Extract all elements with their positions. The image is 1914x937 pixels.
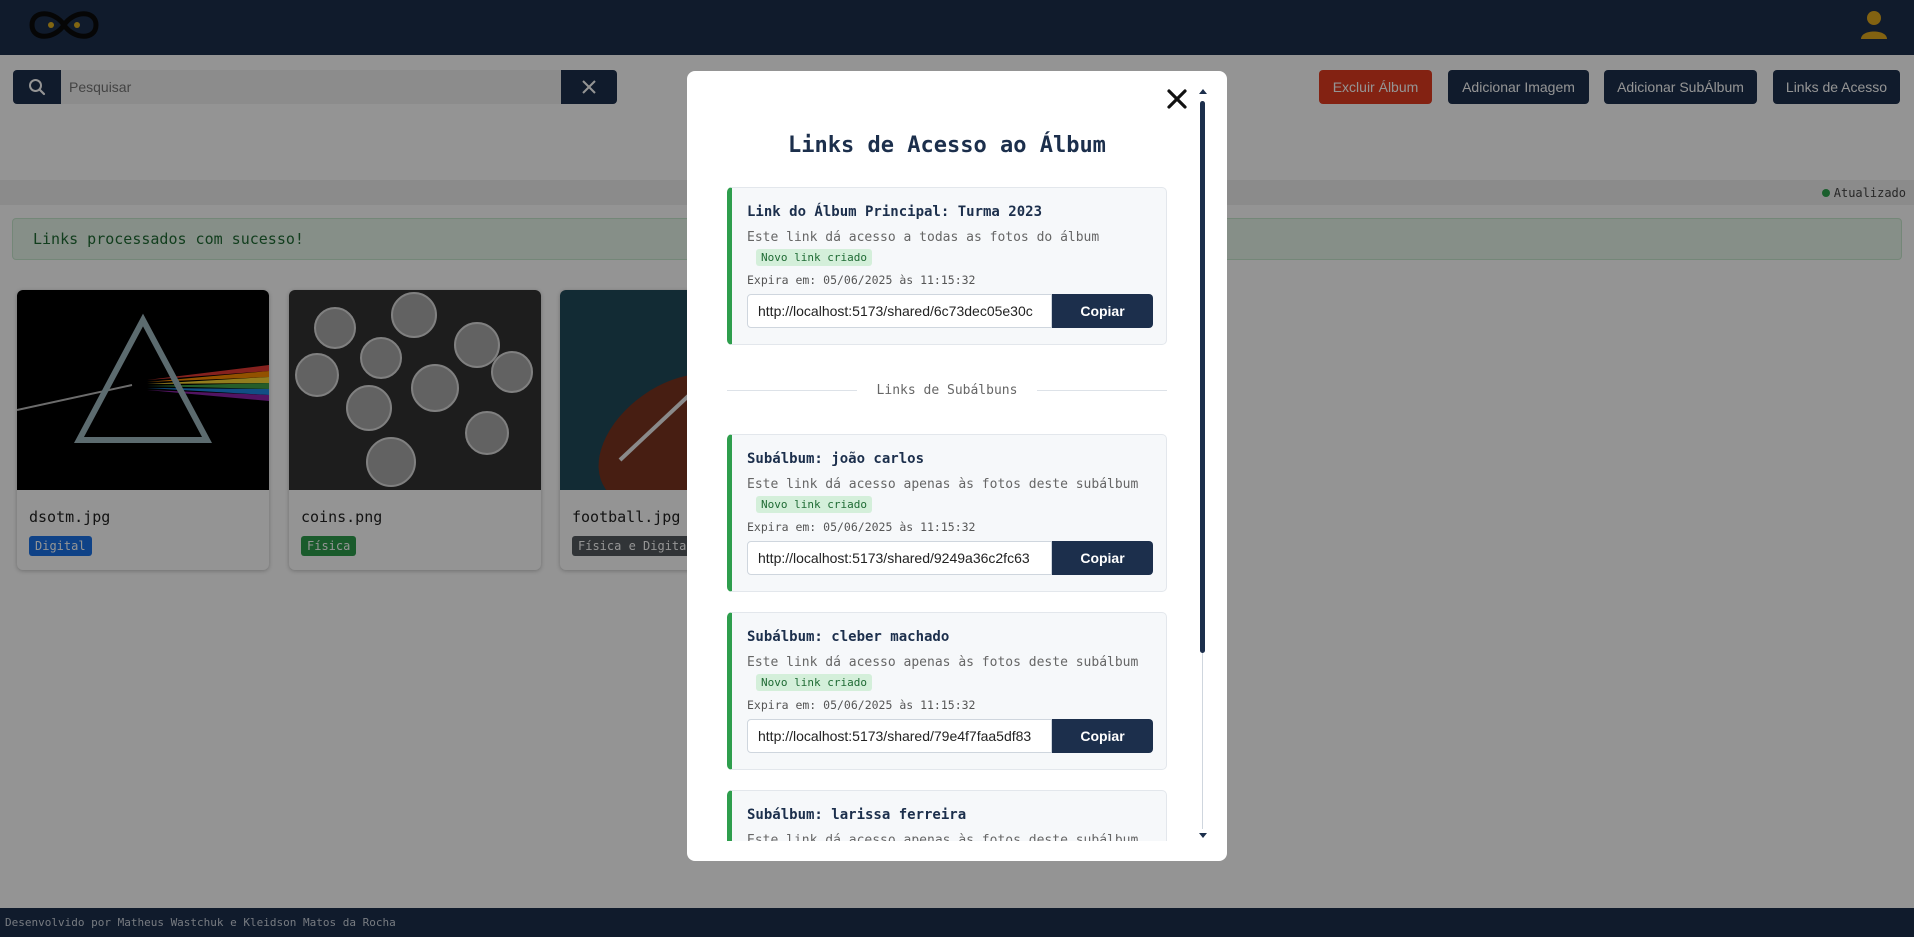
link-card-description: Este link dá acesso a todas as fotos do … xyxy=(747,230,1100,245)
subalbum-link-card: Subálbum: larissa ferreira Este link dá … xyxy=(727,790,1167,841)
link-card-description: Este link dá acesso apenas às fotos dest… xyxy=(747,833,1139,841)
link-card-title: Subálbum: joão carlos xyxy=(747,451,925,467)
subalbums-divider-label: Links de Subálbuns xyxy=(876,383,1018,398)
modal-scrollbar[interactable] xyxy=(1198,89,1208,841)
new-link-badge: Novo link criado xyxy=(756,496,872,513)
modal-title: Links de Acesso ao Álbum xyxy=(788,133,1106,158)
link-card-title: Link do Álbum Principal: Turma 2023 xyxy=(747,204,1043,220)
link-expiration: Expira em: 05/06/2025 às 11:15:32 xyxy=(747,698,976,712)
link-expiration: Expira em: 05/06/2025 às 11:15:32 xyxy=(747,520,976,534)
modal-scroll-area[interactable]: Links de Acesso ao Álbum Link do Álbum P… xyxy=(687,71,1227,841)
new-link-badge: Novo link criado xyxy=(756,674,872,691)
link-expiration: Expira em: 05/06/2025 às 11:15:32 xyxy=(747,273,976,287)
link-card-title: Subálbum: cleber machado xyxy=(747,629,950,645)
link-url-field[interactable] xyxy=(747,294,1052,328)
link-url-field[interactable] xyxy=(747,541,1052,575)
subalbums-divider: Links de Subálbuns xyxy=(727,381,1167,401)
copy-link-button[interactable]: Copiar xyxy=(1052,294,1153,328)
subalbum-link-card: Subálbum: joão carlos Este link dá acess… xyxy=(727,434,1167,592)
subalbum-link-card: Subálbum: cleber machado Este link dá ac… xyxy=(727,612,1167,770)
copy-link-button[interactable]: Copiar xyxy=(1052,541,1153,575)
link-card-description: Este link dá acesso apenas às fotos dest… xyxy=(747,477,1139,492)
scroll-up-arrow-icon[interactable] xyxy=(1199,89,1207,94)
link-card-description: Este link dá acesso apenas às fotos dest… xyxy=(747,655,1139,670)
main-album-link-card: Link do Álbum Principal: Turma 2023 Este… xyxy=(727,187,1167,345)
copy-link-button[interactable]: Copiar xyxy=(1052,719,1153,753)
link-url-field[interactable] xyxy=(747,719,1052,753)
scroll-down-arrow-icon[interactable] xyxy=(1199,833,1207,838)
link-card-title: Subálbum: larissa ferreira xyxy=(747,807,967,823)
new-link-badge: Novo link criado xyxy=(756,249,872,266)
access-links-modal: Links de Acesso ao Álbum Link do Álbum P… xyxy=(687,71,1227,861)
scrollbar-thumb[interactable] xyxy=(1200,101,1205,653)
close-modal-icon[interactable] xyxy=(1164,86,1190,112)
